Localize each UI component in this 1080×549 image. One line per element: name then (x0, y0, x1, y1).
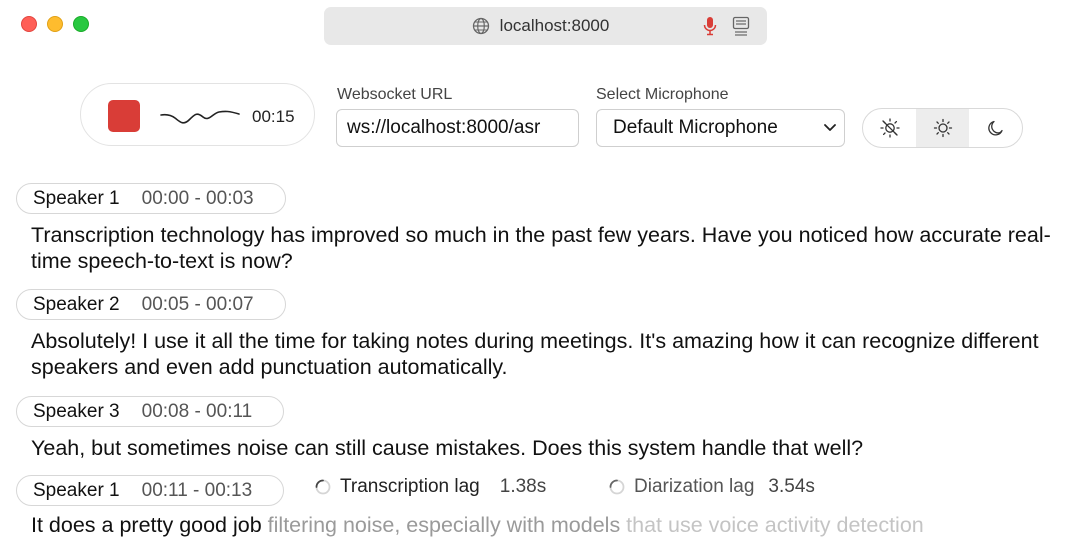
spinner-icon (315, 479, 331, 495)
speaker-name: Speaker 3 (33, 400, 120, 422)
recording-timer: 00:15 (252, 107, 295, 126)
reader-icon[interactable] (732, 16, 750, 36)
segment-time: 00:11 - 00:13 (141, 479, 253, 501)
waveform-icon (160, 110, 240, 124)
transcript-diarization-buffer: filtering noise, especially with models (267, 513, 627, 537)
system-theme-icon (879, 118, 900, 138)
transcript-text: Absolutely! I use it all the time for ta… (31, 329, 1039, 379)
transcript-final-text: It does a pretty good job (31, 513, 268, 537)
diarization-lag-label: Diarization lag (634, 476, 755, 497)
speaker-name: Speaker 1 (33, 187, 120, 209)
address-bar[interactable]: localhost:8000 (324, 7, 767, 45)
chevron-down-icon (824, 124, 836, 131)
live-transcript-text: It does a pretty good job filtering nois… (31, 512, 924, 538)
diarization-lag-indicator: Diarization lag 3.54s (608, 476, 815, 498)
transcript-transcription-buffer: that use voice activity detection (626, 513, 924, 537)
window-controls (21, 16, 89, 32)
maximize-window-button[interactable] (73, 16, 89, 32)
speaker-badge: Speaker 3 00:08 - 00:11 (16, 396, 284, 427)
close-window-button[interactable] (21, 16, 37, 32)
spinner-icon (609, 479, 625, 495)
globe-icon (472, 17, 490, 35)
transcription-lag-indicator: Transcription lag 1.38s (314, 476, 546, 498)
transcript-text: Yeah, but sometimes noise can still caus… (31, 436, 864, 460)
segment-time: 00:00 - 00:03 (141, 187, 254, 209)
recorder-control: 00:15 (80, 83, 315, 146)
speaker-badge: Speaker 1 00:00 - 00:03 (16, 183, 286, 214)
transcript-text: Transcription technology has improved so… (31, 223, 1051, 273)
moon-icon (987, 120, 1003, 136)
microphone-selected-value: Default Microphone (613, 117, 778, 138)
speaker-name: Speaker 2 (33, 293, 120, 315)
theme-light-button[interactable] (916, 109, 969, 147)
websocket-url-input[interactable] (336, 109, 579, 147)
url-text: localhost:8000 (499, 16, 610, 35)
theme-system-button[interactable] (863, 109, 916, 147)
speaker-badge: Speaker 2 00:05 - 00:07 (16, 289, 286, 320)
transcription-lag-value: 1.38s (499, 476, 547, 497)
diarization-lag-value: 3.54s (768, 476, 815, 497)
minimize-window-button[interactable] (47, 16, 63, 32)
select-microphone-label: Select Microphone (596, 86, 729, 103)
speaker-badge: Speaker 1 00:11 - 00:13 (16, 475, 284, 506)
theme-switcher (862, 108, 1023, 148)
speaker-name: Speaker 1 (33, 479, 120, 501)
websocket-url-label: Websocket URL (337, 86, 453, 103)
segment-time: 00:05 - 00:07 (141, 293, 254, 315)
transcription-lag-label: Transcription lag (340, 476, 480, 497)
segment-time: 00:08 - 00:11 (141, 400, 253, 422)
stop-recording-button[interactable] (108, 100, 140, 132)
microphone-in-use-icon[interactable] (703, 16, 717, 36)
theme-dark-button[interactable] (969, 109, 1022, 147)
sun-icon (933, 118, 952, 138)
microphone-select[interactable]: Default Microphone (596, 109, 845, 147)
